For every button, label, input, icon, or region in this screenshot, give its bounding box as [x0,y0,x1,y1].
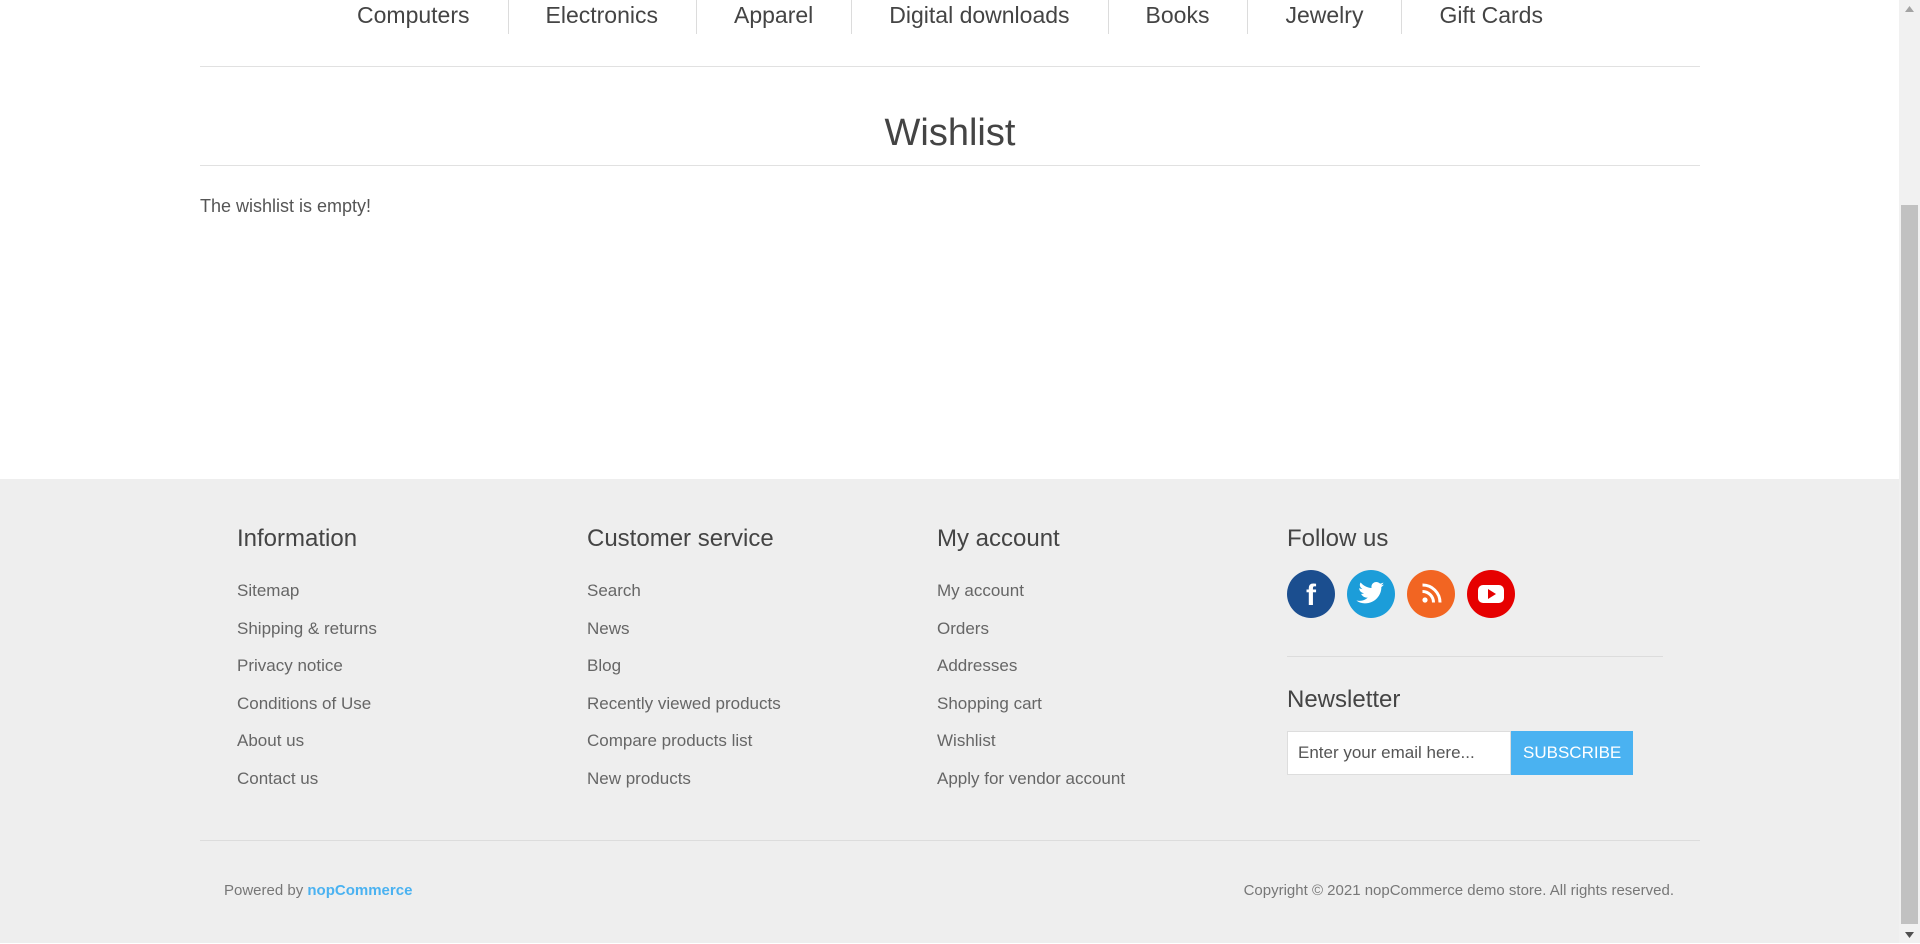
social-icons: f [1287,570,1663,618]
newsletter: Newsletter SUBSCRIBE [1287,685,1663,775]
footer-link-my-account[interactable]: My account [937,581,1024,600]
top-menu-link[interactable]: Gift Cards [1439,2,1543,28]
footer-information: Information Sitemap Shipping & returns P… [237,524,377,806]
vertical-scrollbar[interactable] [1899,0,1920,943]
footer-link-item: Shipping & returns [237,618,377,656]
footer-customer-service-title: Customer service [587,525,774,552]
newsletter-title: Newsletter [1287,686,1401,713]
footer-my-account-title: My account [937,525,1060,552]
subscribe-button[interactable]: SUBSCRIBE [1511,731,1634,775]
top-menu-link[interactable]: Electronics [546,2,658,28]
footer-link-item: Recently viewed products [587,693,781,731]
top-menu-link[interactable]: Books [1146,2,1210,28]
footer-link-item: Shopping cart [937,693,1125,731]
footer-link-conditions-of-use[interactable]: Conditions of Use [237,694,371,713]
footer-link-orders[interactable]: Orders [937,619,989,638]
top-menu-link[interactable]: Apparel [734,2,813,28]
footer-customer-service: Customer service Search News Blog Recent… [587,524,781,806]
top-menu-link[interactable]: Jewelry [1285,2,1363,28]
footer-link-shipping-returns[interactable]: Shipping & returns [237,619,377,638]
footer-my-account: My account My account Orders Addresses S… [937,524,1125,806]
footer-link-item: News [587,618,781,656]
footer-link-item: Wishlist [937,730,1125,768]
top-menu-item-gift-cards[interactable]: Gift Cards [1401,0,1581,34]
newsletter-form: SUBSCRIBE [1287,731,1663,775]
footer-link-sitemap[interactable]: Sitemap [237,581,299,600]
footer-link-about-us[interactable]: About us [237,731,304,750]
footer-link-item: Privacy notice [237,655,377,693]
youtube-icon[interactable] [1467,570,1515,618]
footer-link-item: Compare products list [587,730,781,768]
top-menu-item-digital-downloads[interactable]: Digital downloads [851,0,1107,34]
facebook-icon[interactable]: f [1287,570,1335,618]
footer-link-search[interactable]: Search [587,581,641,600]
footer-link-item: Sitemap [237,580,377,618]
footer-link-new-products[interactable]: New products [587,769,691,788]
copyright: Copyright © 2021 nopCommerce demo store.… [1243,882,1674,899]
footer-link-blog[interactable]: Blog [587,656,621,675]
scroll-up-arrow-icon[interactable] [1899,0,1920,17]
footer-link-item: Blog [587,655,781,693]
top-menu-item-computers[interactable]: Computers [319,0,507,30]
footer: Information Sitemap Shipping & returns P… [0,479,1899,943]
footer-information-title: Information [237,525,358,552]
footer-divider [1287,656,1663,657]
footer-link-item: Apply for vendor account [937,768,1125,806]
top-menu-link[interactable]: Computers [357,2,469,28]
footer-link-contact-us[interactable]: Contact us [237,769,318,788]
footer-link-item: Contact us [237,768,377,806]
twitter-icon[interactable] [1347,570,1395,618]
powered-by: Powered by nopCommerce [224,882,412,899]
footer-link-item: My account [937,580,1125,618]
newsletter-email-input[interactable] [1287,731,1511,775]
nopcommerce-link[interactable]: nopCommerce [307,882,412,899]
scroll-down-arrow-icon[interactable] [1899,926,1920,943]
page: Computers Electronics Apparel Digital do… [0,0,1899,943]
footer-link-apply-vendor[interactable]: Apply for vendor account [937,769,1125,788]
footer-link-compare-products[interactable]: Compare products list [587,731,752,750]
rss-icon[interactable] [1407,570,1455,618]
footer-link-privacy-notice[interactable]: Privacy notice [237,656,343,675]
footer-follow-us-title: Follow us [1287,525,1389,552]
footer-link-item: About us [237,730,377,768]
top-menu-item-books[interactable]: Books [1107,0,1248,34]
footer-link-news[interactable]: News [587,619,630,638]
footer-link-item: Orders [937,618,1125,656]
top-menu-item-electronics[interactable]: Electronics [507,0,696,34]
footer-link-item: Conditions of Use [237,693,377,731]
footer-link-item: Addresses [937,655,1125,693]
scrollbar-thumb[interactable] [1901,205,1918,924]
svg-text:f: f [1306,579,1317,612]
footer-link-wishlist[interactable]: Wishlist [937,731,996,750]
footer-follow-us: Follow us f Newsletter Enter your email … [1287,524,1663,775]
footer-link-item: Search [587,580,781,618]
top-menu-link[interactable]: Digital downloads [889,2,1069,28]
footer-link-shopping-cart[interactable]: Shopping cart [937,694,1042,713]
page-title-bar: Wishlist [200,98,1700,166]
page-title: Wishlist [884,112,1016,154]
footer-link-item: New products [587,768,781,806]
top-menu-item-apparel[interactable]: Apparel [695,0,851,34]
footer-link-recently-viewed[interactable]: Recently viewed products [587,694,781,713]
powered-by-prefix: Powered by [224,882,304,899]
footer-lower: Powered by nopCommerce Copyright © 2021 … [200,840,1700,944]
wishlist-empty-message: The wishlist is empty! [200,196,372,216]
footer-link-addresses[interactable]: Addresses [937,656,1017,675]
top-menu: Computers Electronics Apparel Digital do… [200,0,1700,67]
top-menu-item-jewelry[interactable]: Jewelry [1247,0,1401,34]
